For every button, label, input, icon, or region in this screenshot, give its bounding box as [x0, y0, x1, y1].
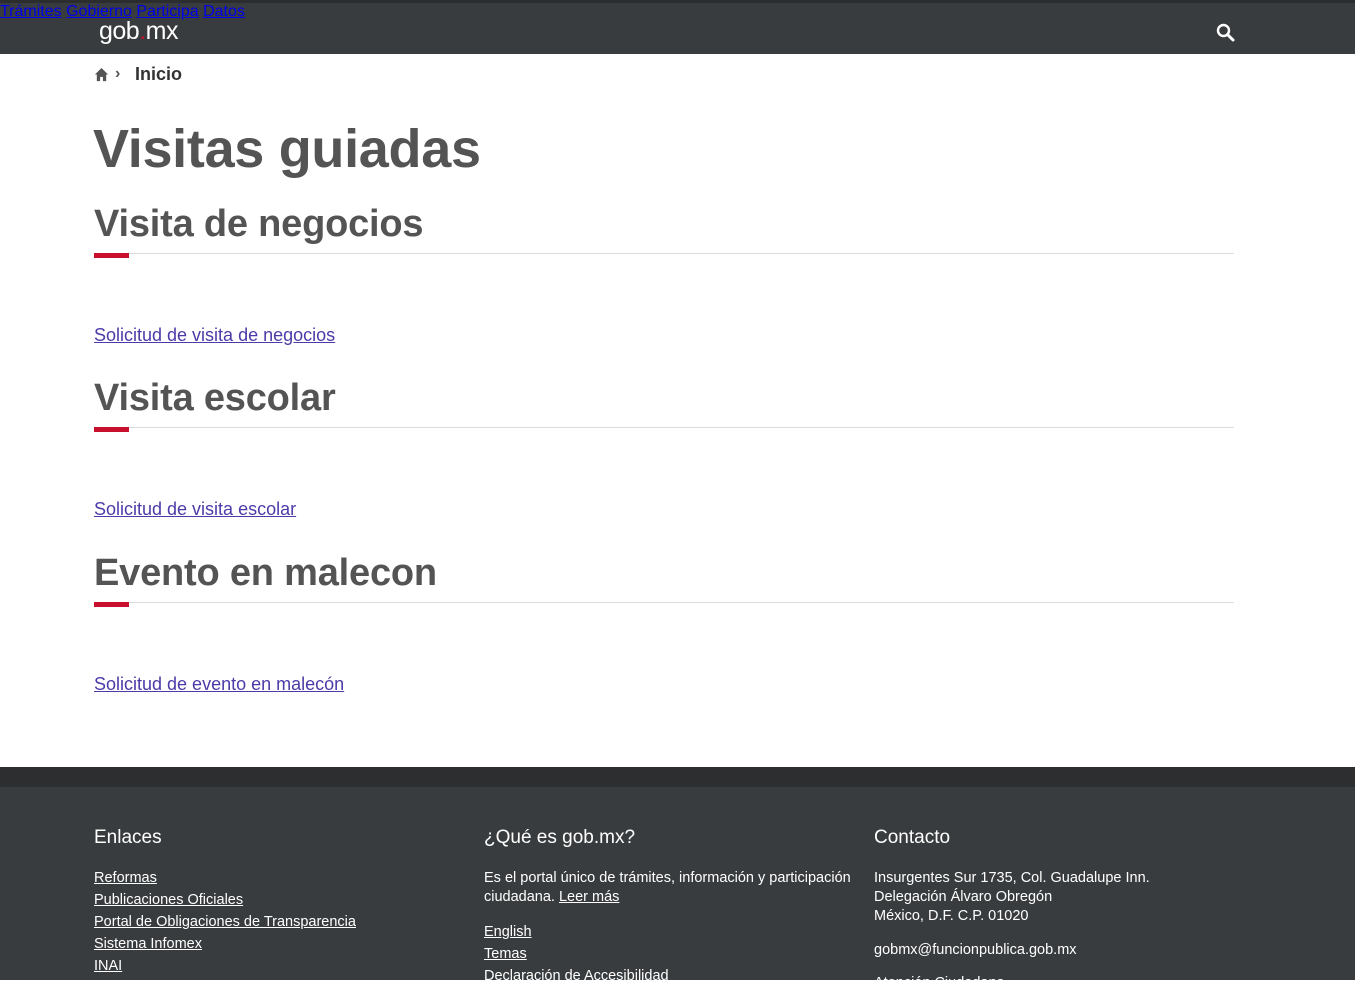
- section-accent-bar: [94, 602, 129, 607]
- home-icon[interactable]: [94, 67, 109, 82]
- page-title: Visitas guiadas: [93, 119, 481, 179]
- footer-contacto-title: Contacto: [874, 827, 951, 848]
- link-solicitud-visita-escolar[interactable]: Solicitud de visita escolar: [94, 499, 296, 520]
- footer-que-es-links: English Temas Declaración de Accesibilid…: [484, 924, 669, 990]
- footer-enlaces: Enlaces Reformas Publicaciones Oficiales…: [94, 827, 474, 974]
- footer-contacto: Contacto Insurgentes Sur 1735, Col. Guad…: [874, 827, 1254, 991]
- footer-address-line-3: México, D.F. C.P. 01020: [874, 908, 1029, 924]
- footer-address-line-1: Insurgentes Sur 1735, Col. Guadalupe Inn…: [874, 870, 1150, 886]
- footer-que-es: ¿Qué es gob.mx? Es el portal único de tr…: [484, 827, 864, 984]
- footer-band: [0, 767, 1355, 787]
- footer-link-accesibilidad[interactable]: Declaración de Accesibilidad: [484, 968, 669, 984]
- nav-datos[interactable]: Datos: [203, 3, 245, 20]
- search-icon[interactable]: [1216, 23, 1236, 43]
- section-divider: [94, 427, 1234, 428]
- section-accent-bar: [94, 253, 129, 258]
- nav-tramites[interactable]: Trámites: [0, 3, 62, 20]
- footer-address: Insurgentes Sur 1735, Col. Guadalupe Inn…: [874, 869, 1150, 926]
- logo-text-mx: mx: [145, 17, 179, 45]
- footer-link-english[interactable]: English: [484, 924, 532, 940]
- section-title: Visita escolar: [94, 377, 336, 419]
- footer-link-reformas[interactable]: Reformas: [94, 870, 157, 886]
- section-title: Visita de negocios: [94, 203, 424, 245]
- footer-enlaces-list: Reformas Publicaciones Oficiales Portal …: [94, 870, 356, 980]
- footer-link-temas[interactable]: Temas: [484, 946, 527, 962]
- footer-email: gobmx@funcionpublica.gob.mx: [874, 942, 1077, 958]
- section-divider: [94, 253, 1234, 254]
- footer-link-transparencia[interactable]: Portal de Obligaciones de Transparencia: [94, 914, 356, 930]
- section-title: Evento en malecon: [94, 552, 437, 594]
- breadcrumb-separator: ›: [115, 65, 121, 82]
- section-divider: [94, 602, 1234, 603]
- footer-leer-mas-link[interactable]: Leer más: [559, 889, 619, 905]
- gobmx-logo[interactable]: gob.mx: [99, 17, 179, 46]
- footer-address-line-2: Delegación Álvaro Obregón: [874, 889, 1053, 905]
- breadcrumb-current: Inicio: [135, 64, 183, 84]
- link-solicitud-evento-malecon[interactable]: Solicitud de evento en malecón: [94, 674, 344, 695]
- footer-enlaces-title: Enlaces: [94, 827, 162, 848]
- footer-link-infomex[interactable]: Sistema Infomex: [94, 936, 202, 952]
- footer-atencion: Atención Ciudadana: [874, 975, 1005, 991]
- footer: Enlaces Reformas Publicaciones Oficiales…: [0, 787, 1355, 991]
- logo-text-gob: gob: [99, 17, 140, 45]
- section-accent-bar: [94, 427, 129, 432]
- link-solicitud-visita-negocios[interactable]: Solicitud de visita de negocios: [94, 325, 335, 346]
- footer-que-es-title: ¿Qué es gob.mx?: [484, 827, 636, 848]
- footer-link-inai[interactable]: INAI: [94, 958, 122, 974]
- footer-que-es-description: Es el portal único de trámites, informac…: [484, 870, 851, 905]
- top-navbar: gob.mx Trámites Gobierno Participa Datos: [0, 0, 1355, 54]
- footer-link-publicaciones[interactable]: Publicaciones Oficiales: [94, 892, 243, 908]
- footer-que-es-text: Es el portal único de trámites, informac…: [484, 869, 854, 907]
